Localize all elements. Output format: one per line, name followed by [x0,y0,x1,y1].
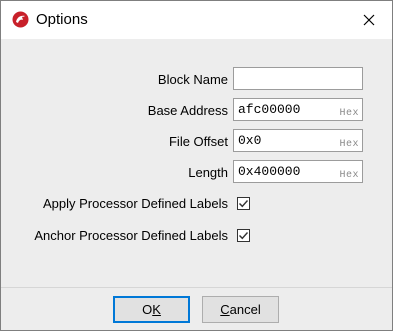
file-offset-value: 0x0 [238,133,262,148]
cancel-mnemonic: C [220,302,230,317]
ok-label-pre: O [142,302,153,317]
base-address-hex-hint: Hex [339,108,359,119]
dialog-content: Block Name Base Address afc00000 Hex Fil… [1,39,392,287]
apply-labels-label: Apply Processor Defined Labels [43,196,228,211]
close-icon [363,14,375,26]
length-label: Length [188,165,228,180]
anchor-labels-label: Anchor Processor Defined Labels [34,228,228,243]
base-address-label: Base Address [147,103,228,118]
block-name-input[interactable] [233,67,363,90]
cancel-label-post: ancel [229,302,261,317]
file-offset-label: File Offset [168,134,228,149]
block-name-label: Block Name [157,72,228,87]
close-button[interactable] [346,1,392,39]
anchor-labels-checkbox[interactable] [237,229,250,242]
file-offset-hex-hint: Hex [339,139,359,150]
options-dialog: Options Block Name Base Address afc00000… [0,0,393,331]
title-bar: Options [1,1,392,39]
ok-mnemonic: K [152,302,161,317]
window-title: Options [36,11,88,28]
base-address-value: afc00000 [238,102,301,117]
button-bar: OK Cancel [1,288,392,330]
cancel-button[interactable]: Cancel [202,296,279,323]
length-hex-hint: Hex [339,170,359,181]
ghidra-dragon-icon [12,11,29,28]
file-offset-input[interactable]: 0x0 Hex [233,129,363,152]
base-address-input[interactable]: afc00000 Hex [233,98,363,121]
apply-labels-checkbox[interactable] [237,197,250,210]
length-input[interactable]: 0x400000 Hex [233,160,363,183]
ok-button[interactable]: OK [113,296,190,323]
length-value: 0x400000 [238,164,301,179]
